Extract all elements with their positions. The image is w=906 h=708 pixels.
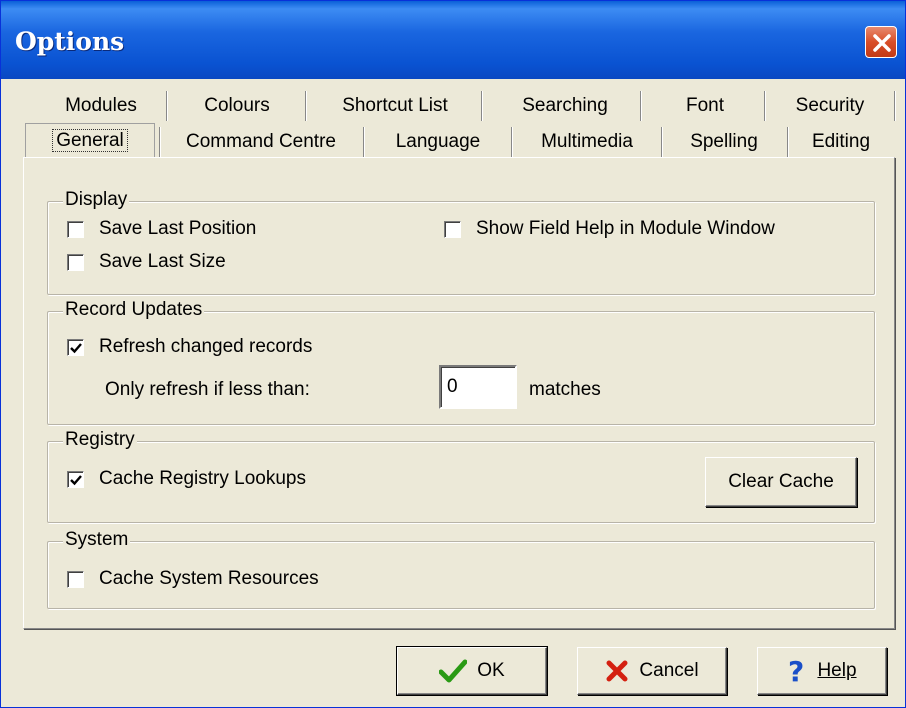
tab-divider	[305, 91, 307, 121]
close-icon	[873, 34, 891, 52]
tab-general[interactable]: General	[25, 123, 155, 157]
tab-divider	[511, 127, 513, 157]
tab-modules[interactable]: Modules	[45, 89, 157, 123]
clear-cache-button[interactable]: Clear Cache	[705, 457, 857, 507]
tab-divider	[894, 91, 896, 121]
tab-divider	[159, 127, 161, 157]
cache-registry-lookups-checkbox[interactable]: Cache Registry Lookups	[67, 467, 306, 491]
cache-system-resources-checkbox[interactable]: Cache System Resources	[67, 567, 319, 591]
display-group-label: Display	[63, 189, 130, 211]
tab-divider	[787, 127, 789, 157]
checkmark-icon	[439, 659, 468, 683]
tab-general-label: General	[52, 129, 128, 152]
options-dialog: Options Modules Colours Shortcut List Se…	[0, 0, 906, 708]
help-button[interactable]: ? Help	[757, 647, 887, 695]
tab-command-centre[interactable]: Command Centre	[167, 125, 355, 159]
cache-registry-lookups-label: Cache Registry Lookups	[99, 468, 306, 489]
help-question-icon: ?	[787, 657, 807, 685]
tab-shortcut-list[interactable]: Shortcut List	[315, 89, 475, 123]
tab-divider	[640, 91, 642, 121]
tab-security[interactable]: Security	[774, 89, 886, 123]
checkbox-box	[67, 470, 84, 488]
ok-button-label: OK	[477, 660, 505, 681]
tab-language[interactable]: Language	[371, 125, 505, 159]
record-updates-group-label: Record Updates	[63, 299, 205, 321]
tab-divider	[481, 91, 483, 121]
system-group-label: System	[63, 529, 131, 551]
checkbox-box	[67, 220, 84, 238]
checkbox-box	[444, 220, 461, 238]
only-refresh-label: Only refresh if less than:	[105, 379, 310, 400]
tab-divider	[166, 91, 168, 121]
checkbox-box	[67, 570, 84, 588]
cancel-button[interactable]: Cancel	[577, 647, 727, 695]
tab-colours[interactable]: Colours	[177, 89, 297, 123]
matches-label: matches	[529, 379, 601, 400]
window-title: Options	[15, 27, 125, 56]
tab-divider	[363, 127, 365, 157]
show-field-help-label: Show Field Help in Module Window	[476, 218, 775, 239]
refresh-limit-input[interactable]	[439, 365, 517, 409]
tab-editing[interactable]: Editing	[791, 125, 891, 159]
save-last-position-label: Save Last Position	[99, 218, 257, 239]
help-button-label: Help	[817, 660, 857, 681]
cancel-button-label: Cancel	[639, 660, 699, 681]
tab-divider	[661, 127, 663, 157]
tab-divider	[764, 91, 766, 121]
display-group	[47, 201, 875, 295]
cache-system-resources-label: Cache System Resources	[99, 568, 319, 589]
save-last-size-checkbox[interactable]: Save Last Size	[67, 250, 226, 274]
refresh-changed-records-checkbox[interactable]: Refresh changed records	[67, 335, 312, 359]
cancel-x-icon	[605, 659, 629, 683]
tab-font[interactable]: Font	[649, 89, 761, 123]
checkmark-icon	[70, 474, 82, 485]
tab-searching[interactable]: Searching	[491, 89, 639, 123]
checkbox-box	[67, 338, 84, 356]
save-last-size-label: Save Last Size	[99, 251, 226, 272]
ok-button[interactable]: OK	[396, 646, 548, 696]
refresh-changed-records-label: Refresh changed records	[99, 336, 313, 357]
tab-multimedia[interactable]: Multimedia	[517, 125, 657, 159]
show-field-help-checkbox[interactable]: Show Field Help in Module Window	[444, 217, 775, 241]
title-bar[interactable]: Options	[1, 1, 905, 79]
registry-group-label: Registry	[63, 429, 137, 451]
svg-text:?: ?	[788, 657, 804, 685]
close-button[interactable]	[865, 26, 897, 58]
checkbox-box	[67, 253, 84, 271]
tab-spelling[interactable]: Spelling	[667, 125, 781, 159]
checkmark-icon	[70, 342, 82, 353]
save-last-position-checkbox[interactable]: Save Last Position	[67, 217, 256, 241]
